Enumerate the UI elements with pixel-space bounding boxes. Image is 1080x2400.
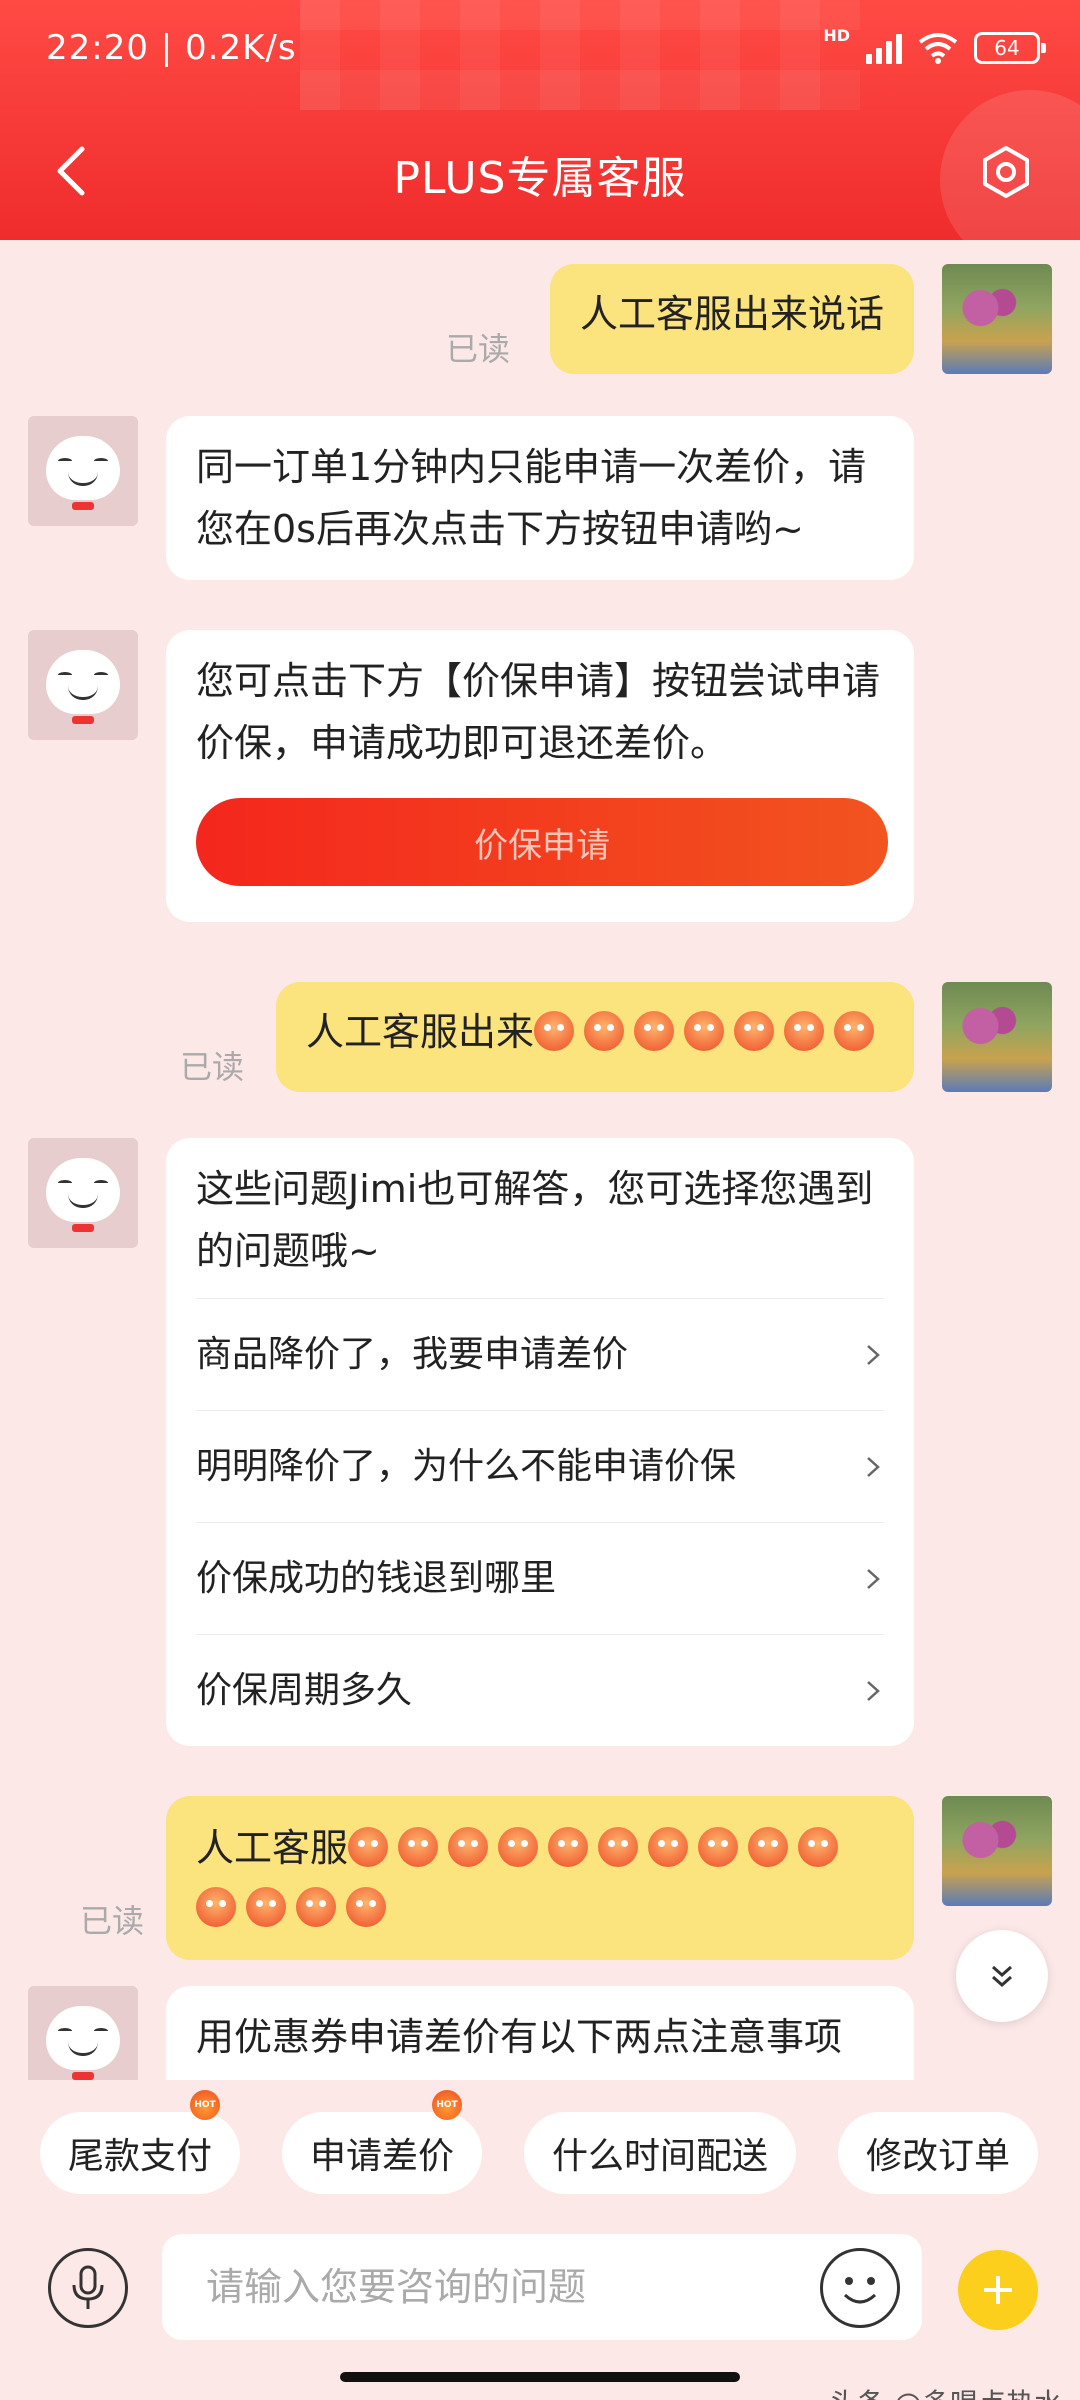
user-avatar[interactable]: [942, 1796, 1052, 1906]
more-actions-button[interactable]: [958, 2250, 1038, 2330]
signal-icon: [866, 32, 902, 64]
watermark-text: 头条 @多喝点热水: [829, 2382, 1062, 2400]
angry-emoji-icon: [698, 1827, 739, 1867]
bot-avatar: [28, 1138, 138, 1248]
user-message-bubble: 人工客服: [166, 1796, 914, 1960]
angry-emoji-icon: [584, 1011, 624, 1051]
bot-message-bubble: 同一订单1分钟内只能申请一次差价，请您在0s后再次点击下方按钮申请哟~: [166, 416, 914, 580]
quick-reply-chip[interactable]: 修改订单: [838, 2112, 1038, 2194]
angry-emoji-icon: [684, 1011, 724, 1051]
angry-emoji-icon: [448, 1827, 489, 1867]
user-message-text: 人工客服: [196, 1826, 349, 1870]
status-icons: HD 64: [823, 26, 1046, 70]
angry-emoji-icon: [648, 1827, 689, 1867]
angry-emoji-icon: [748, 1827, 789, 1867]
bot-message-text: 这些问题Jimi也可解答，您可选择您遇到的问题哦~: [196, 1167, 874, 1273]
plus-icon: [984, 2276, 1012, 2304]
angry-emoji-icon: [734, 1011, 774, 1051]
quick-reply-chip[interactable]: 什么时间配送: [524, 2112, 796, 2194]
bot-avatar: [28, 630, 138, 740]
read-receipt: 已读: [80, 1902, 145, 1940]
angry-emoji-icon: [534, 1011, 574, 1051]
faq-option-label: 明明降价了，为什么不能申请价保: [196, 1445, 737, 1487]
hd-label: HD: [823, 26, 850, 45]
settings-icon[interactable]: [976, 142, 1036, 202]
hot-badge: HOT: [432, 2090, 462, 2120]
read-receipt: 已读: [180, 1048, 245, 1086]
price-protection-button[interactable]: 价保申请: [196, 798, 888, 886]
chip-label: 尾款支付: [67, 2136, 212, 2177]
quick-reply-chip[interactable]: 申请差价 HOT: [282, 2090, 482, 2194]
message-input[interactable]: [162, 2234, 922, 2340]
emoji-button[interactable]: [820, 2248, 900, 2328]
user-message-bubble: 人工客服出来: [275, 982, 914, 1092]
faq-option[interactable]: 明明降价了，为什么不能申请价保: [196, 1410, 884, 1522]
page-title: PLUS专属客服: [393, 153, 687, 204]
angry-emoji-icon: [634, 1011, 674, 1051]
chip-label: 什么时间配送: [551, 2136, 768, 2177]
chevron-right-icon: [867, 1568, 880, 1589]
angry-emoji-icon: [784, 1011, 824, 1051]
faq-option-label: 商品降价了，我要申请差价: [196, 1333, 629, 1375]
read-receipt: 已读: [446, 330, 511, 368]
chevron-right-icon: [867, 1680, 880, 1701]
angry-emoji-icon: [246, 1887, 286, 1927]
battery-icon: 64: [974, 32, 1046, 64]
quick-reply-chip[interactable]: 尾款支付 HOT: [40, 2090, 240, 2194]
chevron-right-icon: [867, 1344, 880, 1365]
chip-label: 申请差价: [309, 2136, 454, 2177]
smile-icon: [843, 2277, 877, 2304]
status-time: 22:20 | 0.2K/s: [46, 28, 297, 68]
wifi-icon: [918, 33, 958, 64]
user-avatar[interactable]: [942, 264, 1052, 374]
hot-badge: HOT: [190, 2090, 220, 2120]
chip-label: 修改订单: [865, 2136, 1010, 2177]
angry-emoji-icon: [498, 1827, 539, 1867]
double-chevron-down-icon: [992, 1965, 1012, 1988]
angry-emoji-icon: [296, 1887, 336, 1927]
bot-avatar: [28, 416, 138, 526]
angry-emoji-icon: [798, 1827, 839, 1867]
faq-option[interactable]: 价保成功的钱退到哪里: [196, 1522, 884, 1634]
bot-message-bubble: 您可点击下方【价保申请】按钮尝试申请价保，申请成功即可退还差价。 价保申请: [166, 630, 914, 922]
angry-emoji-icon: [548, 1827, 589, 1867]
bot-message-text: 您可点击下方【价保申请】按钮尝试申请价保，申请成功即可退还差价。: [196, 659, 881, 765]
microphone-icon: [72, 2265, 104, 2309]
home-indicator[interactable]: [340, 2372, 740, 2382]
chat-area[interactable]: 人工客服出来说话 已读 同一订单1分钟内只能申请一次差价，请您在0s后再次点击下…: [0, 240, 1080, 2080]
scroll-to-bottom-button[interactable]: [956, 1930, 1048, 2022]
angry-emoji-icon: [196, 1887, 236, 1927]
faq-option-label: 价保成功的钱退到哪里: [196, 1557, 557, 1599]
input-bar: 头条 @多喝点热水: [0, 2230, 1080, 2400]
user-message-bubble: 人工客服出来说话: [549, 264, 914, 374]
angry-emoji-icon: [598, 1827, 639, 1867]
angry-emoji-icon: [348, 1827, 389, 1867]
angry-emoji-icon: [346, 1887, 386, 1927]
bot-faq-bubble: 这些问题Jimi也可解答，您可选择您遇到的问题哦~ 商品降价了，我要申请差价 明…: [166, 1138, 914, 1746]
faq-option[interactable]: 商品降价了，我要申请差价: [196, 1298, 884, 1410]
faq-option[interactable]: 价保周期多久: [196, 1634, 884, 1746]
battery-level: 64: [994, 36, 1020, 60]
voice-input-button[interactable]: [48, 2248, 128, 2328]
bot-avatar: [28, 1986, 138, 2080]
user-message-text: 人工客服出来: [305, 1010, 534, 1054]
bot-message-bubble: 用优惠券申请差价有以下两点注意事项: [166, 1986, 914, 2080]
header-pattern: [300, 0, 860, 110]
header-bar: 22:20 | 0.2K/s HD 64 PLUS专属客服: [0, 0, 1080, 240]
user-avatar[interactable]: [942, 982, 1052, 1092]
angry-emoji-icon: [398, 1827, 439, 1867]
angry-emoji-icon: [834, 1011, 874, 1051]
chevron-right-icon: [867, 1456, 880, 1477]
quick-reply-bar: 尾款支付 HOT 申请差价 HOT 什么时间配送 修改订单: [0, 2080, 1080, 2230]
faq-option-label: 价保周期多久: [196, 1669, 413, 1711]
